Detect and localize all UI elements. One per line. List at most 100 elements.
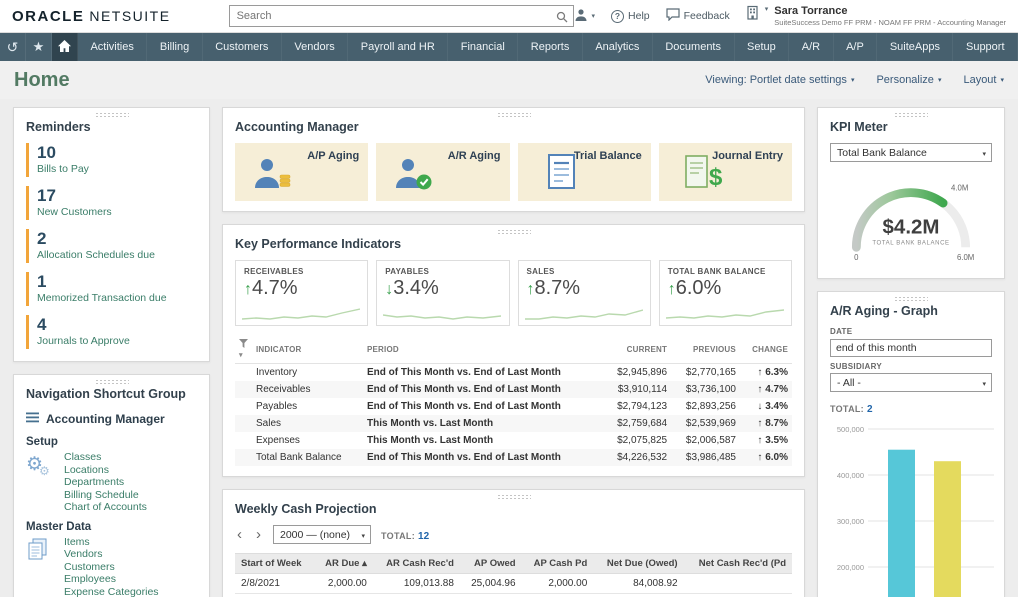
reminder-label: Allocation Schedules due — [37, 249, 197, 261]
shortcut-link-vendors[interactable]: Vendors — [64, 548, 159, 561]
shortcut-link-billing-schedule[interactable]: Billing Schedule — [64, 489, 147, 502]
shortcut-link-locations[interactable]: Locations — [64, 464, 147, 477]
shortcut-link-chart-of-accounts[interactable]: Chart of Accounts — [64, 501, 147, 514]
col-start-of-week[interactable]: Start of Week — [235, 554, 314, 574]
roles-menu[interactable]: ▾ — [574, 8, 596, 25]
shortcut-link-items[interactable]: Items — [64, 536, 159, 549]
nav-item-reports[interactable]: Reports — [518, 33, 583, 61]
change-cell: 6.0% — [765, 452, 788, 463]
kpi-card-receivables[interactable]: RECEIVABLES ↑4.7% — [235, 260, 368, 326]
tile-journal-entry[interactable]: Journal Entry $ — [659, 143, 792, 201]
kpi-row-total-bank-balance: Total Bank Balance End of This Month vs.… — [235, 449, 792, 466]
period-link[interactable]: This Month vs. Last Month — [363, 432, 602, 449]
layout-label: Layout — [963, 74, 996, 86]
cell-start-of-week: 2/8/2021 — [235, 574, 314, 594]
search-icon[interactable] — [556, 10, 568, 28]
ar-aging-graph-portlet: A/R Aging - Graph DATE SUBSIDIARY - All … — [817, 291, 1005, 597]
next-page-icon[interactable]: › — [254, 528, 263, 542]
reminder-bills-to-pay[interactable]: 10 Bills to Pay — [26, 143, 197, 177]
reminder-journals-to-approve[interactable]: 4 Journals to Approve — [26, 315, 197, 349]
col-net-cash-recd[interactable]: Net Cash Rec'd (Pd — [684, 554, 792, 574]
portlet-drag-handle[interactable] — [497, 112, 531, 118]
shortcuts-star-icon[interactable]: ★ — [26, 33, 52, 61]
col-period[interactable]: PERIOD — [363, 336, 602, 364]
col-ar-due[interactable]: AR Due ▴ — [314, 554, 373, 574]
kpi-card-payables[interactable]: PAYABLES ↓3.4% — [376, 260, 509, 326]
user-menu[interactable]: ▾ Sara Torrance SuiteSuccess Demo FF PRM… — [746, 5, 1006, 27]
search-input[interactable] — [229, 5, 574, 27]
filter-funnel-icon[interactable]: ▾ — [235, 336, 252, 364]
portlet-date-settings-menu[interactable]: Viewing: Portlet date settings ▾ — [705, 74, 854, 86]
nav-item-setup[interactable]: Setup — [735, 33, 790, 61]
portlet-drag-handle[interactable] — [95, 112, 129, 118]
col-change[interactable]: CHANGE — [740, 336, 792, 364]
period-link[interactable]: End of This Month vs. End of Last Month — [363, 364, 602, 382]
nav-item-analytics[interactable]: Analytics — [583, 33, 653, 61]
indicator-cell: Payables — [252, 398, 363, 415]
period-link[interactable]: End of This Month vs. End of Last Month — [363, 398, 602, 415]
change-cell: 6.3% — [765, 367, 788, 378]
shortcut-link-expense-categories[interactable]: Expense Categories — [64, 586, 159, 597]
shortcut-link-employees[interactable]: Employees — [64, 573, 159, 586]
caret-down-icon: ▾ — [851, 76, 855, 84]
kpi-card-total-bank-balance[interactable]: TOTAL BANK BALANCE ↑6.0% — [659, 260, 792, 326]
total-value: 2 — [867, 404, 873, 415]
kpi-card-sales[interactable]: SALES ↑8.7% — [518, 260, 651, 326]
roles-person-icon — [574, 8, 588, 25]
nav-item-support[interactable]: Support — [953, 33, 1018, 61]
range-select[interactable]: 2000 — (none) ▾ — [273, 525, 371, 544]
period-link[interactable]: End of This Month vs. End of Last Month — [363, 381, 602, 398]
tile-trial-balance[interactable]: Trial Balance — [518, 143, 651, 201]
portlet-drag-handle[interactable] — [95, 379, 129, 385]
col-current[interactable]: CURRENT — [602, 336, 671, 364]
cell-ar-due: 2,000.00 — [314, 574, 373, 594]
nav-item-billing[interactable]: Billing — [147, 33, 202, 61]
shortcut-link-customers[interactable]: Customers — [64, 561, 159, 574]
sparkline — [242, 307, 360, 322]
portlet-drag-handle[interactable] — [497, 494, 531, 500]
nav-item-ap[interactable]: A/P — [834, 33, 878, 61]
col-ap-cash-pd[interactable]: AP Cash Pd — [522, 554, 594, 574]
tile-ap-aging[interactable]: A/P Aging — [235, 143, 368, 201]
col-ap-owed[interactable]: AP Owed — [460, 554, 522, 574]
portlet-drag-handle[interactable] — [497, 229, 531, 235]
portlet-drag-handle[interactable] — [894, 296, 928, 302]
navigation-shortcut-portlet: Navigation Shortcut Group Accounting Man… — [13, 374, 210, 597]
shortcut-link-classes[interactable]: Classes — [64, 451, 147, 464]
portlet-drag-handle[interactable] — [894, 112, 928, 118]
nav-item-vendors[interactable]: Vendors — [282, 33, 348, 61]
nav-item-activities[interactable]: Activities — [78, 33, 147, 61]
prev-page-icon[interactable]: ‹ — [235, 528, 244, 542]
col-previous[interactable]: PREVIOUS — [671, 336, 740, 364]
shortcut-group-accounting-manager[interactable]: Accounting Manager — [26, 410, 197, 428]
kpi-meter-select[interactable]: Total Bank Balance ▾ — [830, 143, 992, 162]
nav-item-customers[interactable]: Customers — [203, 33, 282, 61]
period-link[interactable]: End of This Month vs. End of Last Month — [363, 449, 602, 466]
feedback-button[interactable]: Feedback — [666, 8, 730, 24]
subsidiary-select[interactable]: - All - ▾ — [830, 373, 992, 392]
reminder-memorized-transaction[interactable]: 1 Memorized Transaction due — [26, 272, 197, 306]
bar-aging-bucket-2[interactable] — [934, 461, 961, 597]
nav-item-documents[interactable]: Documents — [653, 33, 735, 61]
shortcut-link-departments[interactable]: Departments — [64, 476, 147, 489]
nav-item-financial[interactable]: Financial — [448, 33, 518, 61]
col-net-due[interactable]: Net Due (Owed) — [593, 554, 683, 574]
reminder-count: 17 — [37, 187, 197, 205]
period-link[interactable]: This Month vs. Last Month — [363, 415, 602, 432]
reminder-allocation-schedules[interactable]: 2 Allocation Schedules due — [26, 229, 197, 263]
weekly-cash-table: Start of Week AR Due ▴ AR Cash Rec'd AP … — [235, 553, 792, 594]
personalize-menu[interactable]: Personalize ▾ — [876, 74, 941, 86]
home-tab[interactable] — [52, 33, 78, 61]
date-input[interactable] — [830, 339, 992, 357]
recent-records-icon[interactable]: ↺ — [0, 33, 26, 61]
nav-item-suiteapps[interactable]: SuiteApps — [877, 33, 953, 61]
col-indicator[interactable]: INDICATOR — [252, 336, 363, 364]
layout-menu[interactable]: Layout ▾ — [963, 74, 1004, 86]
nav-item-ar[interactable]: A/R — [789, 33, 833, 61]
col-ar-cash-recd[interactable]: AR Cash Rec'd — [373, 554, 460, 574]
bar-aging-bucket-1[interactable] — [888, 450, 915, 597]
tile-ar-aging[interactable]: A/R Aging — [376, 143, 509, 201]
help-button[interactable]: ? Help — [611, 10, 650, 23]
reminder-new-customers[interactable]: 17 New Customers — [26, 186, 197, 220]
nav-item-payroll-hr[interactable]: Payroll and HR — [348, 33, 448, 61]
